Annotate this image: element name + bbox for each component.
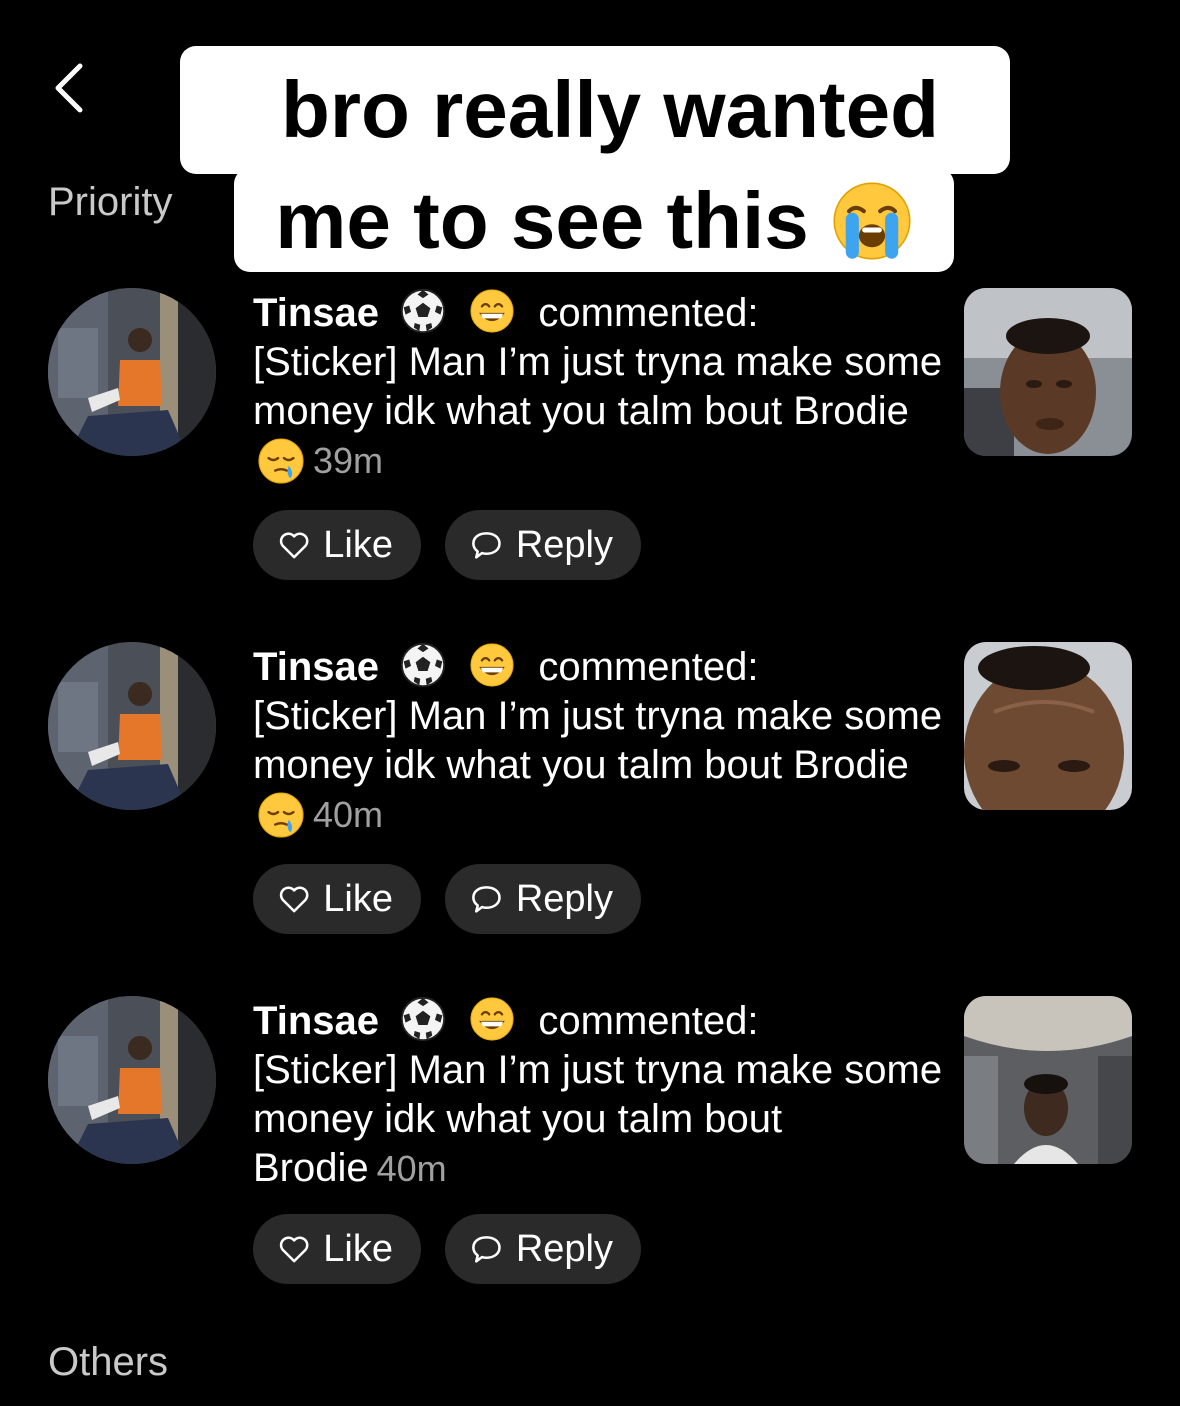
notification-item[interactable]: Tinsae commented: [Sticker] Man I’m just… bbox=[0, 288, 1180, 598]
reply-label: Reply bbox=[515, 1227, 613, 1270]
action-row: Like Reply bbox=[253, 864, 641, 934]
video-thumbnail[interactable] bbox=[964, 288, 1132, 456]
video-thumbnail[interactable] bbox=[964, 642, 1132, 810]
reply-label: Reply bbox=[515, 523, 613, 566]
chevron-left-icon bbox=[55, 63, 83, 113]
soccer-ball-icon bbox=[401, 288, 446, 334]
grinning-face-icon bbox=[470, 643, 514, 687]
speech-bubble-icon bbox=[472, 1236, 501, 1263]
like-button[interactable]: Like bbox=[253, 1214, 421, 1284]
timestamp: 39m bbox=[313, 440, 384, 481]
video-thumbnail[interactable] bbox=[964, 996, 1132, 1164]
grinning-face-icon bbox=[470, 289, 514, 333]
notification-body: Tinsae commented: [Sticker] Man I’m just… bbox=[253, 996, 943, 1193]
caption-line-1: bro really wanted bbox=[180, 46, 1010, 174]
soccer-ball-icon bbox=[401, 642, 446, 688]
like-label: Like bbox=[323, 877, 393, 920]
reply-label: Reply bbox=[515, 877, 613, 920]
like-button[interactable]: Like bbox=[253, 510, 421, 580]
sleepy-face-icon bbox=[258, 792, 304, 838]
heart-icon bbox=[279, 532, 309, 559]
notification-body: Tinsae commented: [Sticker] Man I’m just… bbox=[253, 642, 943, 839]
comment-text: [Sticker] Man I’m just tryna make some m… bbox=[253, 1048, 943, 1190]
soccer-ball-icon bbox=[401, 996, 446, 1042]
grinning-face-icon bbox=[470, 997, 514, 1041]
comment-text: [Sticker] Man I’m just tryna make some m… bbox=[253, 694, 943, 787]
sleepy-face-icon bbox=[258, 438, 304, 484]
avatar[interactable] bbox=[48, 288, 216, 456]
comment-text: [Sticker] Man I’m just tryna make some m… bbox=[253, 340, 943, 433]
reply-button[interactable]: Reply bbox=[445, 510, 641, 580]
avatar[interactable] bbox=[48, 996, 216, 1164]
notifications-screen: Priority bro really wanted me to see thi… bbox=[0, 0, 1180, 1406]
caption-text-2: me to see this bbox=[275, 176, 809, 265]
back-button[interactable] bbox=[44, 58, 104, 118]
avatar[interactable] bbox=[48, 642, 216, 810]
heart-icon bbox=[279, 886, 309, 913]
speech-bubble-icon bbox=[472, 532, 501, 559]
username[interactable]: Tinsae bbox=[253, 291, 379, 335]
caption-text-1: bro really wanted bbox=[281, 65, 939, 154]
reply-button[interactable]: Reply bbox=[445, 864, 641, 934]
username[interactable]: Tinsae bbox=[253, 645, 379, 689]
action-text: commented: bbox=[538, 291, 759, 335]
timestamp: 40m bbox=[376, 1148, 447, 1189]
heart-icon bbox=[279, 1236, 309, 1263]
notification-item[interactable]: Tinsae commented: [Sticker] Man I’m just… bbox=[0, 996, 1180, 1306]
timestamp: 40m bbox=[313, 794, 384, 835]
caption-line-2: me to see this bbox=[234, 168, 954, 272]
action-row: Like Reply bbox=[253, 510, 641, 580]
notification-text: Tinsae commented: [Sticker] Man I’m just… bbox=[253, 996, 943, 1193]
notification-body: Tinsae commented: [Sticker] Man I’m just… bbox=[253, 288, 943, 485]
reply-button[interactable]: Reply bbox=[445, 1214, 641, 1284]
like-label: Like bbox=[323, 523, 393, 566]
loudly-crying-face-emoji-icon bbox=[833, 182, 911, 260]
like-label: Like bbox=[323, 1227, 393, 1270]
speech-bubble-icon bbox=[472, 886, 501, 913]
section-label-others: Others bbox=[48, 1340, 169, 1384]
notification-text: Tinsae commented: [Sticker] Man I’m just… bbox=[253, 288, 943, 485]
like-button[interactable]: Like bbox=[253, 864, 421, 934]
notification-item[interactable]: Tinsae commented: [Sticker] Man I’m just… bbox=[0, 642, 1180, 952]
action-text: commented: bbox=[538, 999, 759, 1043]
action-text: commented: bbox=[538, 645, 759, 689]
section-label-priority: Priority bbox=[48, 180, 173, 224]
action-row: Like Reply bbox=[253, 1214, 641, 1284]
notification-text: Tinsae commented: [Sticker] Man I’m just… bbox=[253, 642, 943, 839]
username[interactable]: Tinsae bbox=[253, 999, 379, 1043]
